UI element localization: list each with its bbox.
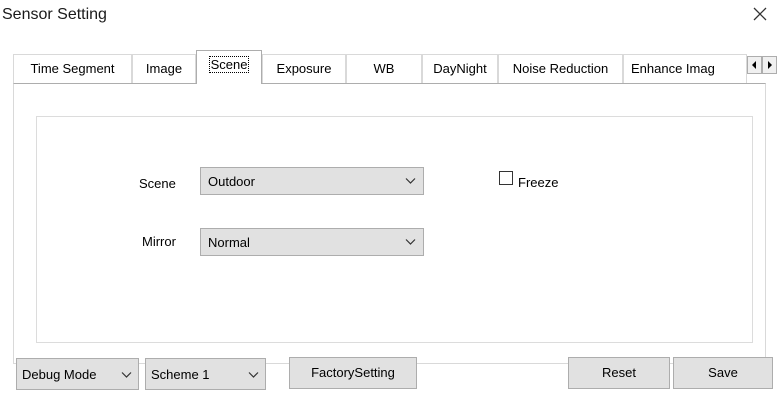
mirror-select[interactable]: Normal [200, 228, 424, 256]
reset-button[interactable]: Reset [568, 357, 670, 389]
freeze-label: Freeze [518, 175, 559, 190]
factory-setting-button[interactable]: FactorySetting [289, 357, 417, 389]
chevron-down-icon [248, 371, 259, 379]
close-button[interactable] [748, 2, 772, 26]
scroll-right-icon [768, 61, 772, 69]
tab-enhance-image[interactable]: Enhance Imag [623, 54, 747, 83]
mirror-label: Mirror [142, 234, 176, 249]
scheme-select[interactable]: Scheme 1 [145, 358, 266, 390]
scheme-value: Scheme 1 [151, 367, 210, 382]
mirror-select-value: Normal [208, 235, 250, 250]
tab-scene[interactable]: Scene [196, 50, 262, 84]
tab-time-segment[interactable]: Time Segment [13, 54, 132, 83]
tab-exposure[interactable]: Exposure [262, 54, 346, 83]
scene-select-value: Outdoor [208, 174, 255, 189]
chevron-down-icon [121, 371, 132, 379]
tab-scroll-buttons [747, 56, 777, 74]
tab-daynight[interactable]: DayNight [422, 54, 498, 83]
close-icon [753, 7, 767, 21]
freeze-checkbox[interactable] [499, 171, 513, 185]
chevron-down-icon [405, 178, 416, 184]
tab-scroll-left-button[interactable] [747, 56, 762, 74]
tab-scroll-right-button[interactable] [762, 56, 777, 74]
debug-mode-value: Debug Mode [22, 367, 97, 382]
tab-noise-reduction[interactable]: Noise Reduction [498, 54, 623, 83]
tab-image[interactable]: Image [132, 54, 196, 83]
chevron-down-icon [405, 239, 416, 245]
tab-strip: Time Segment Image Scene Exposure WB Day… [13, 50, 779, 84]
scene-select[interactable]: Outdoor [200, 167, 424, 195]
debug-mode-select[interactable]: Debug Mode [16, 358, 139, 390]
tab-wb[interactable]: WB [346, 54, 422, 83]
save-button[interactable]: Save [673, 357, 773, 389]
window-title: Sensor Setting [2, 6, 107, 23]
scroll-left-icon [752, 61, 756, 69]
scene-label: Scene [139, 176, 176, 191]
